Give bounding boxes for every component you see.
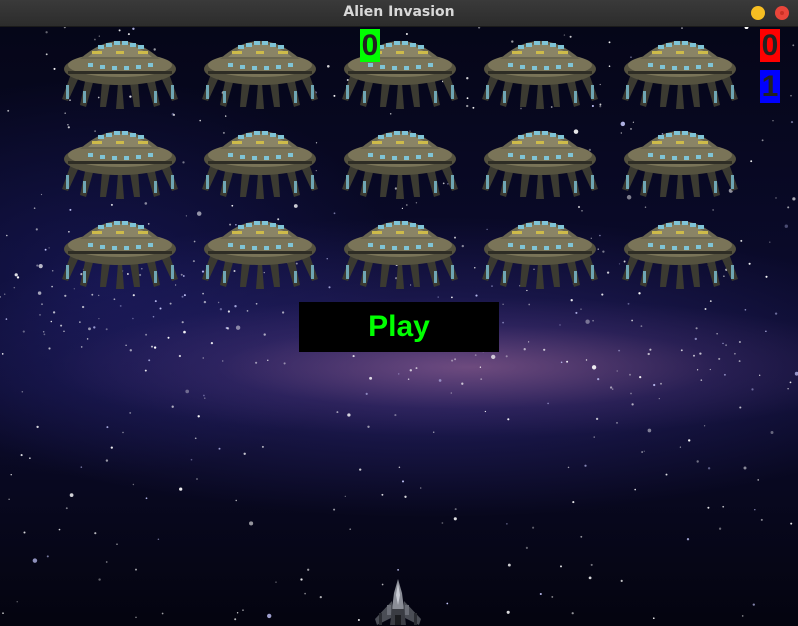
alien-ufo-icon — [618, 29, 742, 109]
alien-ufo-icon — [338, 119, 462, 199]
play-button[interactable]: Play — [299, 302, 499, 352]
alien-ufo-icon — [338, 29, 462, 109]
high-score-display: 0 — [760, 29, 780, 62]
game-window: Alien Invasion 0 0 1 Play — [0, 0, 798, 626]
score-display: 0 — [360, 29, 380, 62]
alien-ufo-icon — [58, 119, 182, 199]
alien-ufo-icon — [618, 209, 742, 289]
minimize-button[interactable] — [751, 6, 765, 20]
title-bar[interactable]: Alien Invasion — [0, 0, 798, 27]
alien-ufo-icon — [478, 119, 602, 199]
alien-ufo-icon — [198, 209, 322, 289]
alien-ufo-icon — [478, 209, 602, 289]
alien-ufo-icon — [198, 119, 322, 199]
alien-ufo-icon — [618, 119, 742, 199]
level-display: 1 — [760, 70, 780, 103]
close-button[interactable] — [775, 6, 789, 20]
spaceship-icon — [373, 579, 423, 626]
alien-ufo-icon — [338, 209, 462, 289]
alien-ufo-icon — [198, 29, 322, 109]
alien-ufo-icon — [58, 29, 182, 109]
game-canvas[interactable]: 0 0 1 Play — [0, 27, 798, 626]
alien-ufo-icon — [478, 29, 602, 109]
window-title: Alien Invasion — [343, 4, 455, 20]
alien-ufo-icon — [58, 209, 182, 289]
